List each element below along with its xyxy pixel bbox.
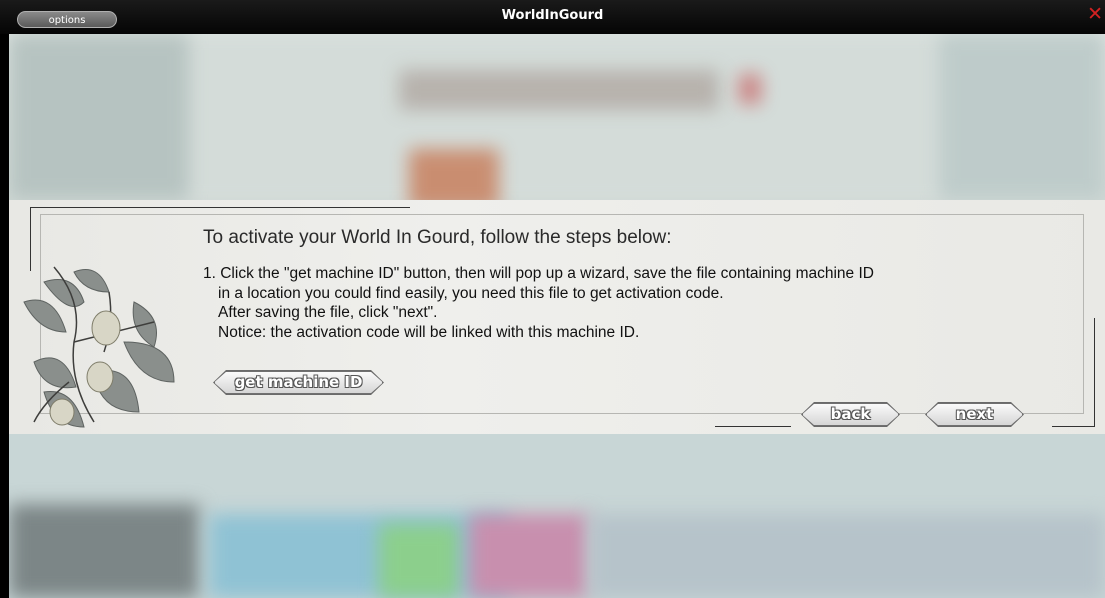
title-bar: options WorldInGourd ✕ — [0, 0, 1105, 34]
blurred-right-decor — [939, 34, 1105, 200]
frame-line-bottom-mid — [715, 426, 791, 427]
window-title: WorldInGourd — [501, 8, 604, 23]
blurred-left-decor — [9, 34, 189, 200]
blurred-keys-green — [379, 524, 459, 598]
step-line-1: 1. Click the "get machine ID" button, th… — [203, 265, 874, 282]
blurred-logo-mark — [739, 74, 761, 104]
back-button[interactable]: back — [802, 403, 899, 426]
next-button[interactable]: next — [926, 403, 1023, 426]
gourd-vine-illustration — [23, 266, 175, 428]
get-machine-id-button[interactable]: get machine ID — [214, 371, 383, 394]
blurred-keys-gray — [589, 514, 1105, 598]
close-icon[interactable]: ✕ — [1087, 5, 1103, 24]
blurred-keys-pink — [469, 514, 589, 598]
blurred-logo — [399, 70, 719, 110]
step-line-4: Notice: the activation code will be link… — [218, 323, 640, 341]
activation-step-1: 1. Click the "get machine ID" button, th… — [203, 264, 874, 342]
frame-line-top — [30, 207, 410, 208]
blurred-keys-blue — [209, 514, 509, 598]
activation-heading: To activate your World In Gourd, follow … — [203, 227, 672, 248]
frame-line-right — [1094, 318, 1095, 427]
step-line-2: in a location you could find easily, you… — [218, 284, 724, 302]
blurred-bottom-left — [9, 504, 199, 598]
step-line-3: After saving the file, click "next". — [218, 304, 438, 322]
frame-line-bottom-right — [1052, 426, 1095, 427]
